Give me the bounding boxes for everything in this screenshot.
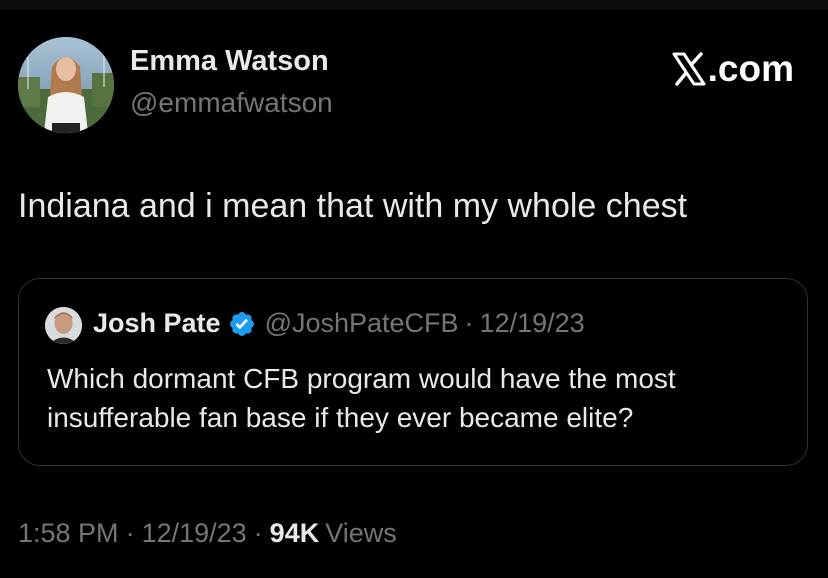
verified-badge-icon: [229, 311, 254, 336]
x-logo-icon: [672, 52, 706, 86]
quoted-author-avatar[interactable]: [45, 307, 82, 344]
quoted-tweet-header: Josh Pate @JoshPateCFB · 12/19/23: [93, 308, 585, 339]
avatar-photo: [18, 37, 114, 133]
top-strip: [0, 0, 828, 10]
tweet-date[interactable]: 12/19/23: [142, 518, 247, 549]
quoted-tweet-text-line-1: Which dormant CFB program would have the…: [47, 363, 676, 394]
meta-separator: ·: [253, 518, 263, 548]
header-separator: ·: [464, 308, 474, 338]
x-com-brand: .com: [671, 50, 794, 88]
tweet-meta: 1:58 PM · 12/19/23 · 94K Views: [18, 518, 397, 549]
quoted-tweet-date[interactable]: 12/19/23: [480, 308, 585, 339]
quoted-tweet-card[interactable]: Josh Pate @JoshPateCFB · 12/19/23 Which …: [18, 278, 808, 466]
quoted-author-name[interactable]: Josh Pate: [93, 308, 221, 339]
brand-domain: .com: [707, 48, 794, 89]
quoted-avatar-photo: [45, 307, 82, 344]
quoted-tweet-text-line-2: insufferable fan base if they ever becam…: [47, 402, 634, 433]
author-avatar[interactable]: [18, 37, 114, 133]
quoted-author-handle[interactable]: @JoshPateCFB: [265, 308, 459, 339]
meta-separator: ·: [125, 518, 135, 548]
author-name[interactable]: Emma Watson: [130, 45, 329, 78]
views-label: Views: [325, 518, 397, 548]
tweet-text: Indiana and i mean that with my whole ch…: [18, 187, 688, 225]
author-handle[interactable]: @emmafwatson: [130, 87, 333, 119]
tweet-time[interactable]: 1:58 PM: [18, 518, 119, 549]
views-count[interactable]: 94K: [270, 518, 320, 549]
